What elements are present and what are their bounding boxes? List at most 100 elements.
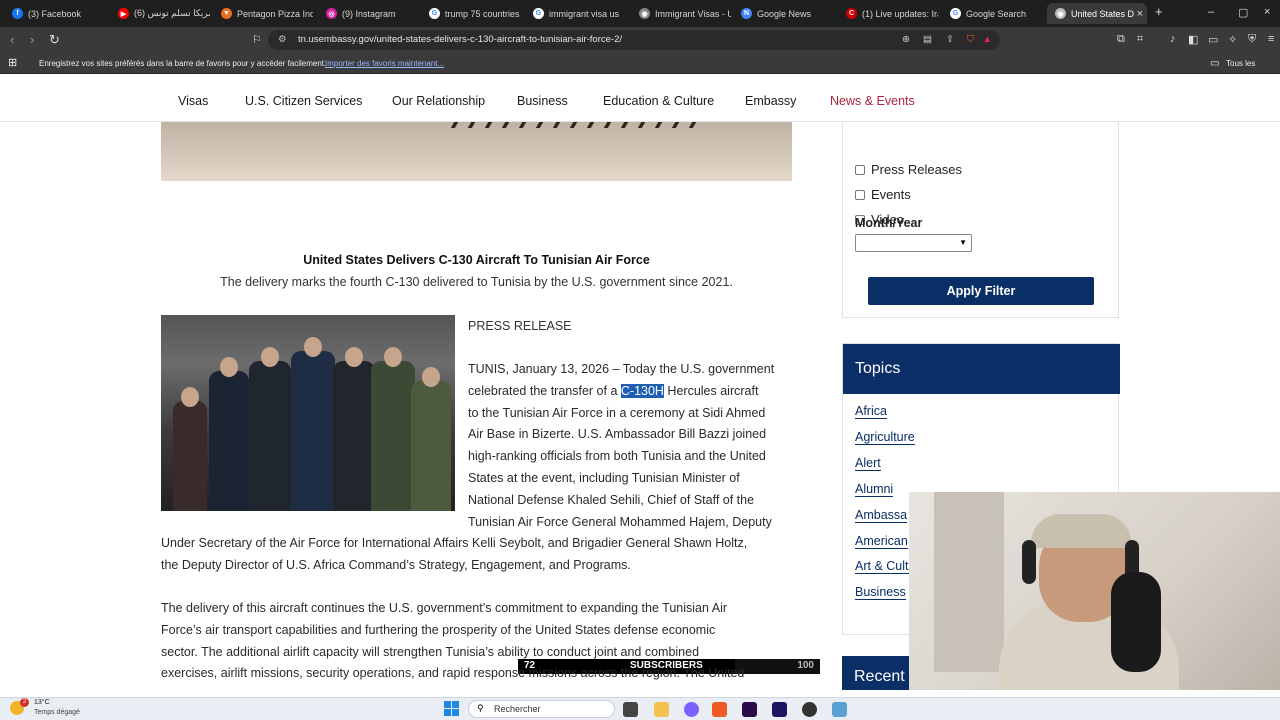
browser-tab[interactable]: Gimmigrant visa us <box>525 3 625 24</box>
article-line: celebrated the transfer of a C-130H Herc… <box>468 381 758 403</box>
article-line: Force’s air transport capabilities and f… <box>161 622 716 637</box>
person-head <box>384 347 402 367</box>
topic-link[interactable]: Business <box>855 585 906 601</box>
google-icon: G <box>429 8 440 19</box>
topic-link[interactable]: Art & Cult <box>855 559 909 575</box>
task-view-icon[interactable] <box>623 702 638 717</box>
obs-icon[interactable] <box>802 702 817 717</box>
url-text: tn.usembassy.gov/united-states-delivers-… <box>298 34 623 45</box>
google-icon: G <box>950 8 961 19</box>
filter-checkbox[interactable]: Events <box>855 187 911 202</box>
tab-label: (6) أمريكا تسلم تونس <box>134 8 210 18</box>
article-line: The delivery of this aircraft continues … <box>161 601 728 615</box>
vpn-icon[interactable]: ⛨ <box>1248 33 1256 46</box>
browser-tab[interactable]: G Google Search <box>942 3 1042 24</box>
maximize-icon[interactable]: ▢ <box>1238 6 1248 19</box>
new-tab-icon[interactable]: + <box>1155 4 1163 19</box>
discord-icon[interactable] <box>684 702 699 717</box>
browser-tab-bar: f (3) Facebook ▶ (6) أمريكا تسلم تونس ▼ Penta… <box>0 0 1280 27</box>
browser-tab[interactable]: ◉ United States D × <box>1047 3 1147 24</box>
media-icon[interactable]: ♪ <box>1170 33 1176 45</box>
filter-checkbox[interactable]: Press Releases <box>855 162 962 177</box>
article-line: to the Tunisian Air Force in a ceremony … <box>468 405 766 420</box>
topic-link[interactable]: Alert <box>855 456 881 471</box>
cnn-icon: C <box>846 8 857 19</box>
browser-tab[interactable]: f (3) Facebook <box>4 3 104 24</box>
ceremony-photo[interactable] <box>161 315 455 511</box>
person-head <box>422 367 440 387</box>
nav-item[interactable]: Our Relationship <box>392 94 485 108</box>
translate-icon[interactable]: ⌗ <box>1137 33 1143 46</box>
brave-icon[interactable] <box>712 702 727 717</box>
browser-tab[interactable]: N Google News <box>733 3 833 24</box>
browser-tab[interactable]: ◉ Immigrant Visas - U <box>631 3 731 24</box>
import-bookmarks-link[interactable]: Importer des favoris maintenant... <box>325 53 444 74</box>
checkbox-label: Press Releases <box>871 162 963 177</box>
article-line: high-ranking officials from both Tunisia… <box>468 449 766 464</box>
forward-icon[interactable]: › <box>30 32 34 47</box>
month-year-select[interactable]: ▼ <box>855 234 972 252</box>
close-window-icon[interactable]: × <box>1264 6 1270 18</box>
zoom-icon[interactable]: ⊕ <box>902 30 910 50</box>
after-effects-icon[interactable] <box>772 702 787 717</box>
browser-tab[interactable]: ▶ (6) أمريكا تسلم تونس <box>110 3 210 24</box>
file-explorer-icon[interactable] <box>654 702 669 717</box>
folder-icon: ▭ <box>1210 58 1220 69</box>
apps-icon[interactable]: ⊞ <box>8 53 17 74</box>
wallet-icon[interactable]: ▭ <box>1208 33 1218 46</box>
topic-link[interactable]: American <box>855 534 908 549</box>
close-icon[interactable]: × <box>1137 8 1143 20</box>
address-bar-row: ‹ › ↻ ⚐ ⚙ tn.usembassy.gov/united-states… <box>0 27 1280 53</box>
checkbox[interactable] <box>855 189 865 200</box>
nav-item[interactable]: Business <box>517 94 568 108</box>
reader-icon[interactable]: ▤ <box>923 30 932 50</box>
site-info-icon[interactable]: ⚙ <box>278 30 287 50</box>
article-line: Tunisian Air Force General Mohammed Haje… <box>468 514 772 529</box>
bookmark-icon[interactable]: ⚐ <box>252 33 262 46</box>
article-line: States at the event, including Tunisian … <box>468 471 740 485</box>
subscriber-goal: 100 <box>797 660 814 671</box>
browser-tab[interactable]: ▼ Pentagon Pizza Inde <box>213 3 313 24</box>
apply-filter-button[interactable]: Apply Filter <box>868 277 1094 305</box>
checkbox[interactable] <box>855 164 865 175</box>
person-head <box>345 347 363 367</box>
press-release-label: PRESS RELEASE <box>468 319 572 333</box>
sidebar-toggle-icon[interactable]: ◧ <box>1188 33 1198 46</box>
tab-label: Pentagon Pizza Inde <box>237 8 313 19</box>
browser-tab[interactable]: Gtrump 75 countries <box>421 3 521 24</box>
minimize-icon[interactable]: – <box>1208 6 1214 18</box>
topic-link[interactable]: Africa <box>855 404 887 419</box>
browser-tab[interactable]: ◎ (9) Instagram <box>318 3 418 24</box>
nav-item[interactable]: News & Events <box>830 94 915 108</box>
topic-link[interactable]: Ambassa <box>855 508 908 523</box>
extensions-icon[interactable]: ⧉ <box>1117 33 1125 46</box>
premiere-icon[interactable] <box>742 702 757 717</box>
bookmarks-prompt: Enregistrez vos sites préférés dans la b… <box>39 59 327 68</box>
back-icon[interactable]: ‹ <box>10 32 14 47</box>
reload-icon[interactable]: ↻ <box>49 32 60 48</box>
youtube-icon: ▶ <box>118 8 129 19</box>
tab-label: immigrant visa us <box>549 8 620 19</box>
topic-link[interactable]: Alumni <box>855 482 894 497</box>
nav-item[interactable]: Embassy <box>745 94 796 108</box>
topic-link[interactable]: Agriculture <box>855 430 915 445</box>
menu-icon[interactable]: ≡ <box>1268 33 1274 45</box>
nav-item[interactable]: Education & Culture <box>603 94 714 108</box>
nav-item[interactable]: Visas <box>178 94 208 108</box>
browser-tab[interactable]: C (1) Live updates: Ira <box>838 3 938 24</box>
headphone-left <box>1022 540 1036 584</box>
brave-rewards-icon[interactable]: ▲ <box>983 30 992 50</box>
app-icon[interactable] <box>832 702 847 717</box>
chevron-down-icon: ▼ <box>959 238 967 247</box>
start-icon[interactable] <box>444 701 459 716</box>
site-icon: ◉ <box>639 8 650 19</box>
article-line: sector. The additional airlift capacity … <box>161 644 700 659</box>
url-field[interactable]: ⚙ tn.usembassy.gov/united-states-deliver… <box>268 30 1000 50</box>
nav-item[interactable]: U.S. Citizen Services <box>245 94 362 108</box>
brave-shield-icon[interactable]: ⛉ <box>967 30 974 50</box>
taskbar-search[interactable]: ⚲ Rechercher <box>468 700 615 718</box>
tab-label: (9) Instagram <box>342 8 396 19</box>
tab-label: Google News <box>757 8 812 19</box>
share-icon[interactable]: ⇪ <box>946 30 954 50</box>
leo-icon[interactable]: ✧ <box>1228 33 1237 46</box>
